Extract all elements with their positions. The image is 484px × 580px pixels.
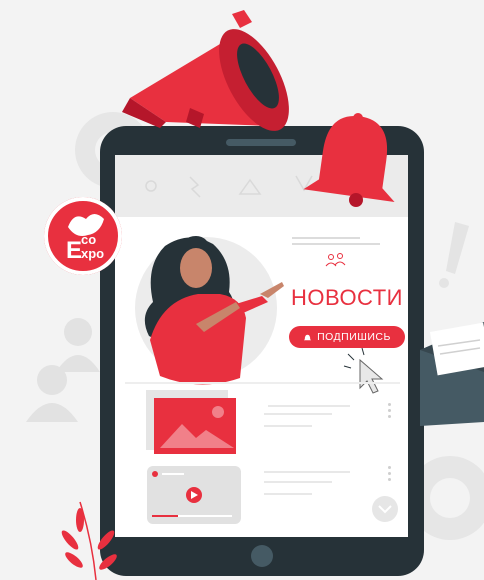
video-post-card[interactable] [147,466,241,524]
bell-icon [303,334,312,340]
logo-text-co: co [81,232,97,247]
logo-letter-e: E [66,237,83,264]
news-title: НОВОСТИ [291,285,403,310]
more-options-icon[interactable] [388,403,392,421]
subscribe-label: ПОДПИШИСЬ [317,331,391,343]
people-silhouette-icon [26,318,100,422]
image-post-card[interactable] [146,390,236,454]
home-button[interactable] [251,545,273,567]
megaphone-icon [122,10,289,131]
ecoexpo-logo: E co xpo [44,197,122,275]
subscribe-button[interactable]: ПОДПИШИСЬ [289,326,405,348]
envelope-icon [420,322,484,426]
logo-text-xpo: xpo [81,246,105,261]
scroll-down-button[interactable] [372,496,398,522]
more-options-icon[interactable] [388,466,392,484]
news-illustration: E co xpo НОВОСТИ ПОДПИШИСЬ [0,0,484,580]
tablet-speaker [226,139,296,146]
exclamation-icon [439,222,469,288]
